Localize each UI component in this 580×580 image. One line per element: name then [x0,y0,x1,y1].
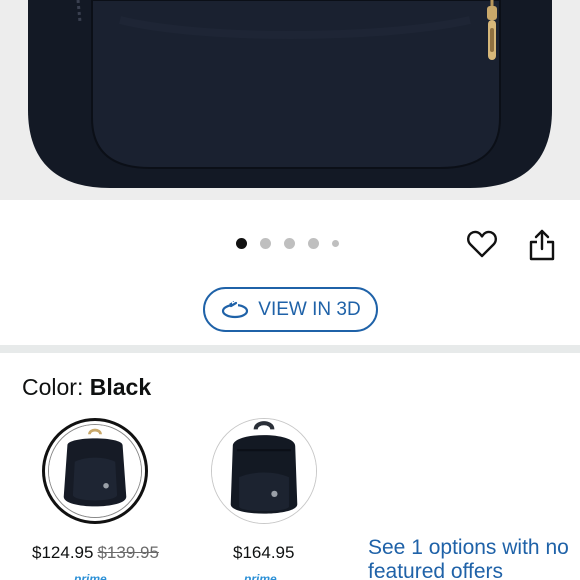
color-selector-label: Color: Black [22,374,151,401]
swatch-price-2: $164.95 [233,543,294,563]
share-icon[interactable] [526,228,558,262]
view-in-3d-button[interactable]: VIEW IN 3D [203,287,378,332]
gallery-dot[interactable] [260,238,271,249]
price: $164.95 [233,543,295,562]
gallery-dots[interactable] [236,238,339,249]
product-page: VIEW IN 3D Color: Black $124.95 $139.95 … [0,0,580,580]
prime-badge: prime [74,572,107,580]
backpack-thumbnail [49,425,141,517]
swatch-price-1: $124.95 $139.95 [32,543,159,563]
backpack-thumbnail [212,419,316,523]
see-options-link[interactable]: See 1 options with no featured offers [368,536,578,580]
gallery-dot[interactable] [308,238,319,249]
color-value: Black [89,374,152,400]
product-image[interactable] [0,0,580,200]
view-in-3d-label: VIEW IN 3D [258,298,361,320]
list-price: $139.95 [97,543,159,562]
prime-badge: prime [244,572,277,580]
rotate-3d-icon [222,300,249,318]
backpack-image [0,0,580,200]
gallery-dot-active[interactable] [236,238,247,249]
gallery-dot[interactable] [332,240,339,247]
color-swatch-black-selected[interactable] [42,418,148,524]
color-swatch-option[interactable] [211,418,317,524]
section-divider [0,345,580,353]
heart-icon[interactable] [466,228,498,260]
gallery-dot[interactable] [284,238,295,249]
color-label: Color: [22,374,90,400]
price: $124.95 [32,543,94,562]
